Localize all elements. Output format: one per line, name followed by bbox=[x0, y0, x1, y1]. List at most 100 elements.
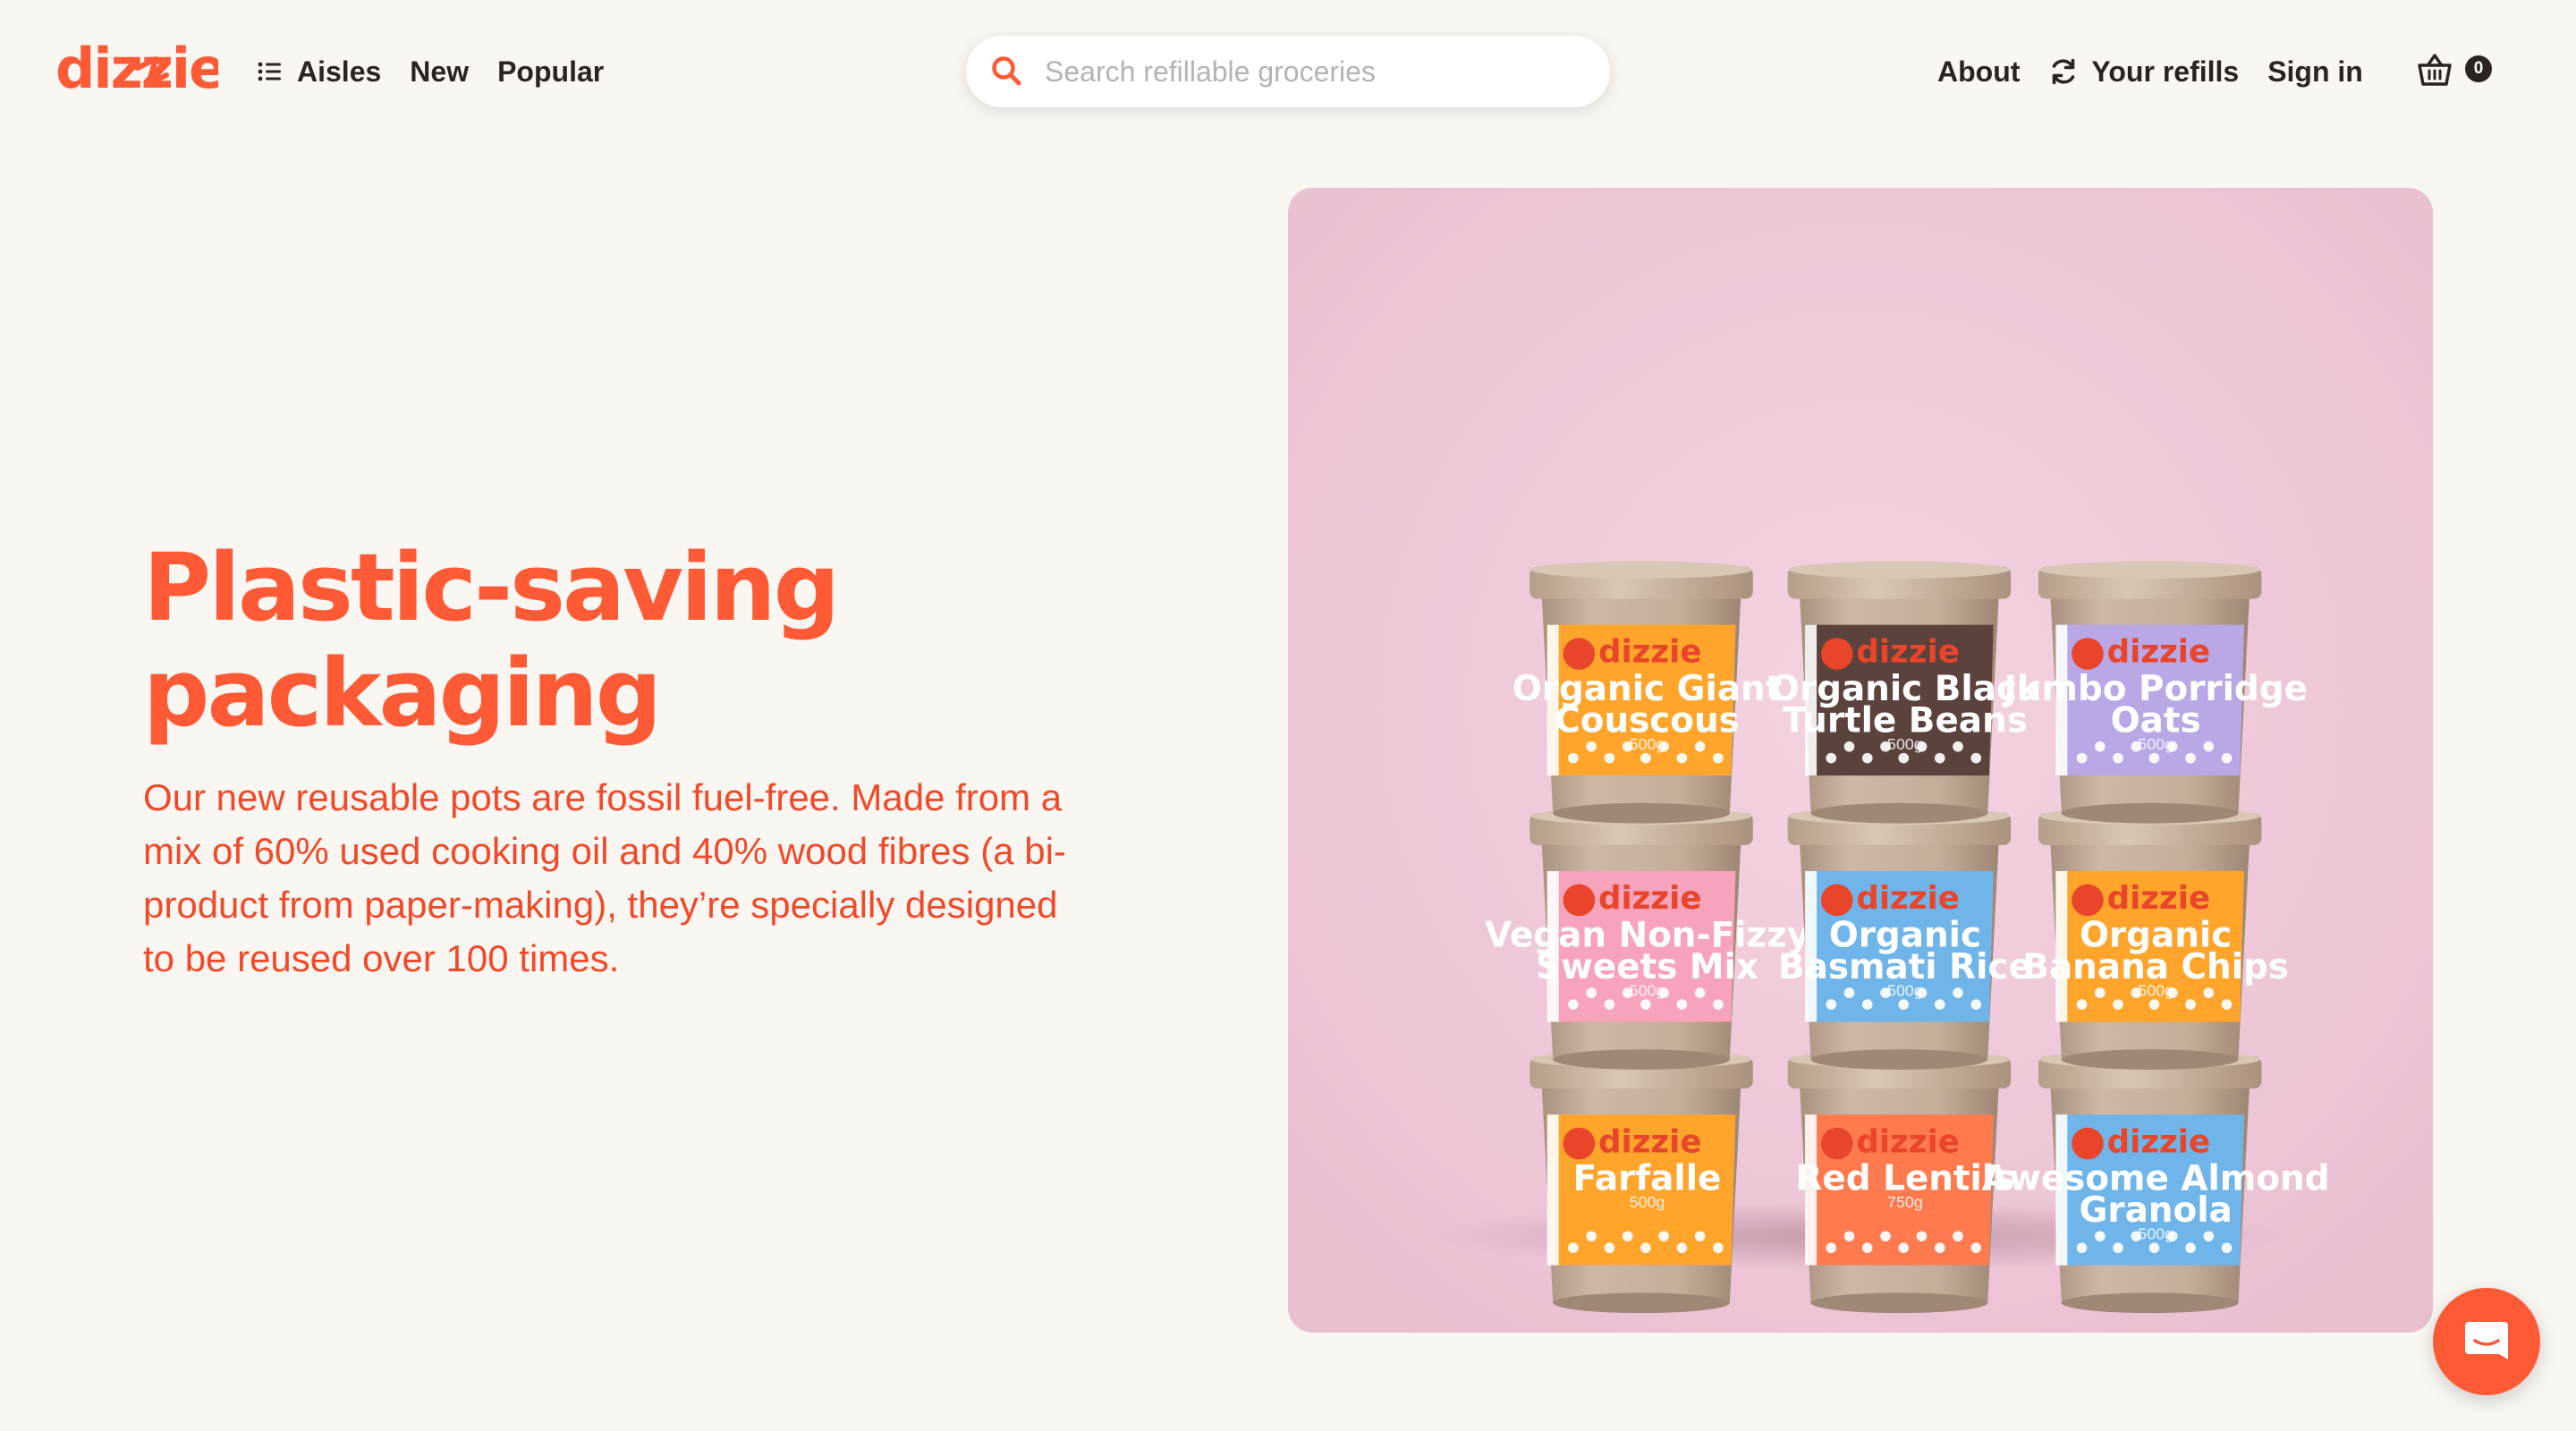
pot-label-dot bbox=[1970, 1242, 1982, 1254]
hero-title: Plastic-saving packaging bbox=[143, 535, 1127, 746]
pots-illustration: dizzieFarfalle500gdizzieRed Lentils750g d… bbox=[1288, 188, 2433, 1333]
pot-label-edge bbox=[1546, 1114, 1559, 1266]
pot-label-dot bbox=[2221, 999, 2233, 1010]
pot-label-dot bbox=[2203, 987, 2215, 998]
product-pot: dizzieFarfalle500g bbox=[1530, 1050, 1753, 1314]
pot-label-dot bbox=[1826, 1242, 1837, 1254]
pot-label-dot bbox=[1970, 752, 1982, 764]
pot-reusable-badge bbox=[1563, 1127, 1596, 1160]
pot-label-dot bbox=[2113, 999, 2123, 1010]
pot-label-dot bbox=[1568, 1242, 1579, 1254]
search-icon bbox=[992, 56, 1021, 86]
pot-label-dot bbox=[1934, 752, 1945, 764]
search-input[interactable] bbox=[1045, 45, 1581, 98]
pot-label-dot bbox=[2166, 987, 2178, 998]
pot-reusable-badge bbox=[1820, 638, 1853, 670]
hero-title-line-2: packaging bbox=[143, 639, 662, 748]
new-link[interactable]: New bbox=[410, 55, 469, 89]
pot-label-dot bbox=[1568, 999, 1579, 1010]
logo[interactable]: dizzie bbox=[55, 32, 218, 113]
secondary-nav: About Your refills Sign in bbox=[1937, 50, 2392, 93]
aisles-label: Aisles bbox=[297, 55, 382, 88]
your-refills-link[interactable]: Your refills bbox=[2048, 55, 2239, 89]
pot-label-dot bbox=[1826, 999, 1837, 1010]
pot-label-dot bbox=[2131, 987, 2142, 998]
pot-label-dot bbox=[1953, 1231, 1963, 1242]
primary-nav: Aisles New Popular bbox=[258, 50, 632, 93]
pot-label-dot bbox=[1713, 752, 1724, 764]
pot-label-dot bbox=[1694, 1231, 1706, 1242]
pot-label-dot bbox=[2148, 999, 2160, 1010]
pot-label-dot bbox=[2076, 999, 2088, 1010]
basket-icon bbox=[2418, 54, 2452, 86]
pot-brand: dizzie bbox=[1598, 880, 1702, 917]
about-link[interactable]: About bbox=[1937, 55, 2020, 89]
pot-base bbox=[1553, 1292, 1730, 1314]
popular-link[interactable]: Popular bbox=[497, 55, 604, 89]
pot-label-dot bbox=[2094, 987, 2106, 998]
pot-brand: dizzie bbox=[1856, 634, 1960, 671]
pot-label-dot bbox=[1640, 1242, 1651, 1254]
pot-label-dot bbox=[1934, 999, 1945, 1010]
pot-label-dot bbox=[1676, 1242, 1688, 1254]
aisles-menu-button[interactable]: Aisles bbox=[258, 55, 381, 89]
pot-base bbox=[2061, 1049, 2239, 1070]
pot-label-dot bbox=[1694, 987, 1706, 998]
basket-button[interactable]: 0 bbox=[2415, 48, 2496, 93]
sign-in-link[interactable]: Sign in bbox=[2267, 55, 2363, 89]
pot-brand: dizzie bbox=[2107, 634, 2211, 671]
pot-label-dot bbox=[1658, 987, 1669, 998]
pot-label-dot bbox=[2131, 1231, 2142, 1242]
pot-label-dot bbox=[2113, 1242, 2123, 1254]
pot-label-dot bbox=[1658, 1231, 1669, 1242]
basket-count-badge: 0 bbox=[2465, 55, 2492, 82]
pot-brand: dizzie bbox=[2107, 1123, 2211, 1160]
chat-launcher-button[interactable] bbox=[2433, 1288, 2540, 1395]
pot-label-dot bbox=[1640, 999, 1651, 1010]
pot-base bbox=[1553, 802, 1730, 824]
pot-label-dot bbox=[1658, 741, 1669, 752]
pot-reusable-badge bbox=[2072, 884, 2104, 917]
search-bar[interactable] bbox=[966, 36, 1610, 107]
pot-label-dot bbox=[2113, 752, 2123, 764]
pot-label-dot bbox=[1843, 741, 1855, 752]
pot-label-dot bbox=[1898, 1242, 1910, 1254]
pot-label-dot bbox=[1953, 987, 1963, 998]
pot-reusable-badge bbox=[2072, 638, 2104, 670]
pot-reusable-badge bbox=[1563, 884, 1596, 917]
pot-label-dot bbox=[2076, 752, 2088, 764]
pot-reusable-badge bbox=[1820, 1127, 1853, 1160]
pot-label-dot bbox=[2148, 752, 2160, 764]
pot-label-dot bbox=[2076, 1242, 2088, 1254]
pot-label-dot bbox=[1694, 741, 1706, 752]
pot-weight: 750g bbox=[1887, 1193, 1923, 1211]
pot-label-dot bbox=[1934, 1242, 1945, 1254]
pot-weight: 500g bbox=[1630, 1193, 1665, 1211]
product-pot: dizzieRed Lentils750g bbox=[1787, 1050, 2014, 1314]
pot-label-dot bbox=[2094, 1231, 2106, 1242]
pot-label-dot bbox=[2185, 1242, 2196, 1254]
pot-reusable-badge bbox=[2072, 1127, 2104, 1160]
pot-label-dot bbox=[2094, 741, 2106, 752]
pot-label-dot bbox=[1916, 1231, 1928, 1242]
product-photo: dizzie Farfalle 500g dizzie Red Lentils 750g d… bbox=[1288, 188, 2433, 1333]
pot-label-dot bbox=[2221, 1242, 2233, 1254]
pot-label-dot bbox=[1622, 1231, 1633, 1242]
pot-base bbox=[1810, 1049, 1988, 1070]
pot-label-dot bbox=[1622, 987, 1633, 998]
pot-label-dot bbox=[1880, 987, 1891, 998]
pot-label-dot bbox=[1970, 999, 1982, 1010]
pot-label-dot bbox=[1604, 752, 1615, 764]
pot-label-dot bbox=[1604, 1242, 1615, 1254]
pot-label-dot bbox=[2203, 1231, 2215, 1242]
pot-label-dot bbox=[2131, 741, 2142, 752]
pot-label-dot bbox=[1568, 752, 1579, 764]
pot-brand: dizzie bbox=[1856, 880, 1960, 917]
pot-label-dot bbox=[1898, 999, 1910, 1010]
pot-label-dot bbox=[2185, 752, 2196, 764]
pot-label-dot bbox=[1898, 752, 1910, 764]
pot-base bbox=[1810, 1292, 1988, 1314]
pot-label-dot bbox=[1861, 1242, 1873, 1254]
pot-label-dot bbox=[2166, 741, 2178, 752]
pot-label-dot bbox=[1880, 741, 1891, 752]
